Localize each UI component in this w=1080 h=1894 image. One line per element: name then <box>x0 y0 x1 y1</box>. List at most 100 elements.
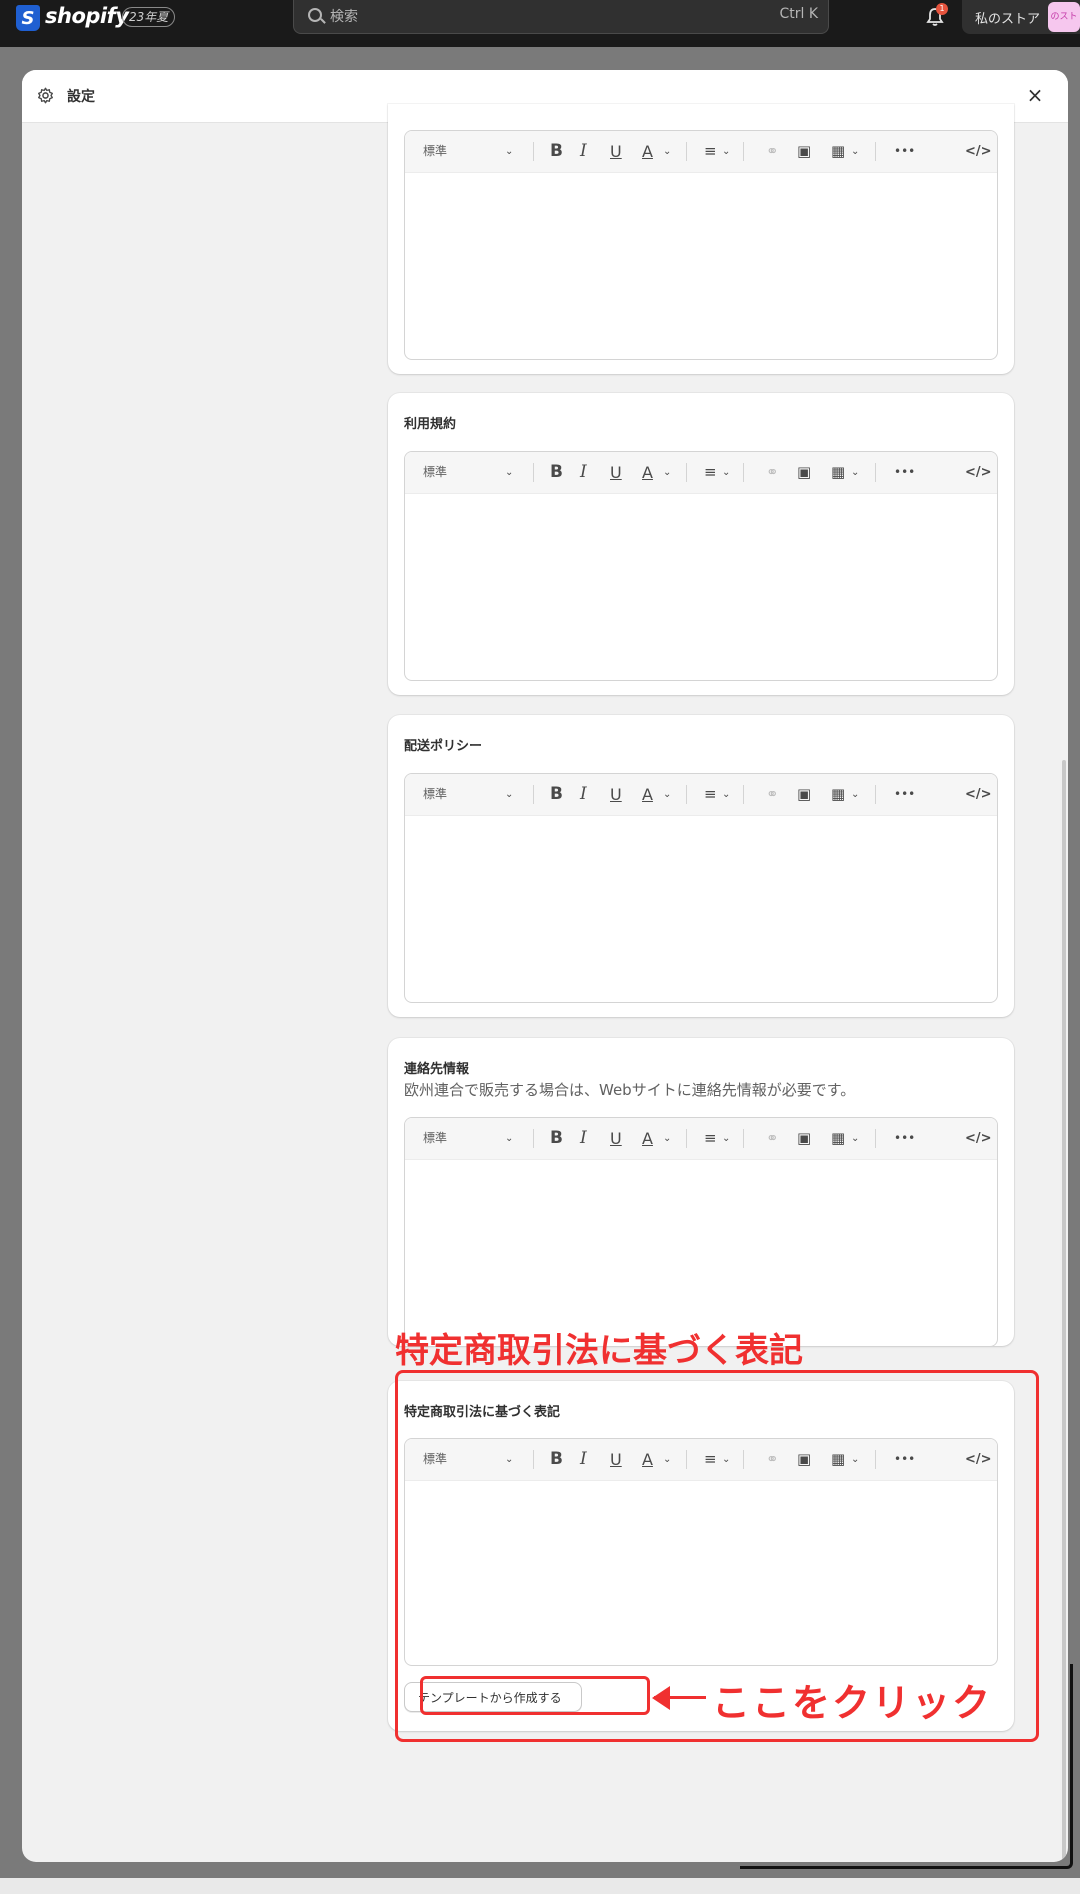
rich-text-editor[interactable]: 標準 ⌄ B I U A ⌄ ≡ ⌄ ⚭ ▣ ▦ ⌄ ••• </> <box>404 1117 998 1347</box>
store-menu-button[interactable]: 私のストア のスト <box>962 0 1080 34</box>
annotation-button-highlight <box>420 1676 650 1715</box>
top-bar: S shopify 23年夏 検索 Ctrl K 1 私のストア のスト <box>0 0 1080 47</box>
store-avatar: のスト <box>1048 2 1080 32</box>
toolbar-divider <box>875 785 876 804</box>
image-icon[interactable]: ▣ <box>797 452 811 493</box>
code-icon[interactable]: </> <box>965 1118 992 1159</box>
style-select[interactable]: 標準 <box>423 774 447 815</box>
image-icon[interactable]: ▣ <box>797 774 811 815</box>
toolbar-divider <box>875 463 876 482</box>
policy-card-terms: 利用規約 標準 ⌄ B I U A ⌄ ≡ ⌄ ⚭ ▣ ▦ ⌄ ••• </> <box>388 393 1014 695</box>
italic-icon[interactable]: I <box>580 774 587 815</box>
toolbar-divider <box>743 1129 744 1148</box>
chevron-down-icon[interactable]: ⌄ <box>722 452 730 493</box>
italic-icon[interactable]: I <box>580 452 587 493</box>
underline-icon[interactable]: U <box>610 452 622 493</box>
toolbar-divider <box>743 142 744 161</box>
rich-text-editor[interactable]: 標準 ⌄ B I U A ⌄ ≡ ⌄ ⚭ ▣ ▦ ⌄ ••• </> <box>404 130 998 360</box>
chevron-down-icon[interactable]: ⌄ <box>851 1118 859 1159</box>
link-icon[interactable]: ⚭ <box>766 452 779 493</box>
toolbar-divider <box>875 142 876 161</box>
underline-icon[interactable]: U <box>610 131 622 172</box>
table-icon[interactable]: ▦ <box>831 131 845 172</box>
align-icon[interactable]: ≡ <box>704 452 717 493</box>
style-select[interactable]: 標準 <box>423 1118 447 1159</box>
chevron-down-icon[interactable]: ⌄ <box>505 452 513 493</box>
more-icon[interactable]: ••• <box>894 131 915 172</box>
code-icon[interactable]: </> <box>965 774 992 815</box>
align-icon[interactable]: ≡ <box>704 1118 717 1159</box>
align-icon[interactable]: ≡ <box>704 774 717 815</box>
chevron-down-icon[interactable]: ⌄ <box>663 131 671 172</box>
code-icon[interactable]: </> <box>965 452 992 493</box>
style-select[interactable]: 標準 <box>423 131 447 172</box>
text-color-icon[interactable]: A <box>642 131 653 172</box>
image-icon[interactable]: ▣ <box>797 1118 811 1159</box>
chevron-down-icon[interactable]: ⌄ <box>851 131 859 172</box>
code-icon[interactable]: </> <box>965 131 992 172</box>
underline-icon[interactable]: U <box>610 1118 622 1159</box>
policy-card-refund: 標準 ⌄ B I U A ⌄ ≡ ⌄ ⚭ ▣ ▦ ⌄ ••• </> <box>388 104 1014 374</box>
chevron-down-icon[interactable]: ⌄ <box>722 1118 730 1159</box>
search-icon <box>308 8 322 22</box>
rich-text-editor[interactable]: 標準 ⌄ B I U A ⌄ ≡ ⌄ ⚭ ▣ ▦ ⌄ ••• </> <box>404 773 998 1003</box>
bold-icon[interactable]: B <box>550 452 563 493</box>
link-icon[interactable]: ⚭ <box>766 131 779 172</box>
chevron-down-icon[interactable]: ⌄ <box>851 774 859 815</box>
toolbar-divider <box>875 1129 876 1148</box>
edition-badge[interactable]: 23年夏 <box>122 7 176 27</box>
policy-card-shipping: 配送ポリシー 標準 ⌄ B I U A ⌄ ≡ ⌄ ⚭ ▣ ▦ ⌄ ••• </… <box>388 715 1014 1017</box>
text-color-icon[interactable]: A <box>642 452 653 493</box>
chevron-down-icon[interactable]: ⌄ <box>505 774 513 815</box>
align-icon[interactable]: ≡ <box>704 131 717 172</box>
toolbar-divider <box>533 142 534 161</box>
text-color-icon[interactable]: A <box>642 1118 653 1159</box>
shopify-wordmark[interactable]: shopify <box>45 4 129 28</box>
chevron-down-icon[interactable]: ⌄ <box>663 452 671 493</box>
annotation-section-label: 特定商取引法に基づく表記 <box>395 1331 803 1371</box>
bottom-strip <box>0 1878 1080 1894</box>
table-icon[interactable]: ▦ <box>831 774 845 815</box>
chevron-down-icon[interactable]: ⌄ <box>505 131 513 172</box>
underline-icon[interactable]: U <box>610 774 622 815</box>
toolbar-divider <box>686 463 687 482</box>
bold-icon[interactable]: B <box>550 131 563 172</box>
rich-text-editor[interactable]: 標準 ⌄ B I U A ⌄ ≡ ⌄ ⚭ ▣ ▦ ⌄ ••• </> <box>404 451 998 681</box>
chevron-down-icon[interactable]: ⌄ <box>851 452 859 493</box>
style-select[interactable]: 標準 <box>423 452 447 493</box>
table-icon[interactable]: ▦ <box>831 452 845 493</box>
editor-toolbar: 標準 ⌄ B I U A ⌄ ≡ ⌄ ⚭ ▣ ▦ ⌄ ••• </> <box>405 1118 997 1160</box>
more-icon[interactable]: ••• <box>894 774 915 815</box>
toolbar-divider <box>743 463 744 482</box>
card-description: 欧州連合で販売する場合は、Webサイトに連絡先情報が必要です。 <box>404 1081 856 1099</box>
close-icon[interactable]: × <box>1024 84 1046 106</box>
card-title: 連絡先情報 <box>404 1062 470 1077</box>
link-icon[interactable]: ⚭ <box>766 1118 779 1159</box>
toolbar-divider <box>686 142 687 161</box>
search-shortcut: Ctrl K <box>779 6 818 22</box>
text-color-icon[interactable]: A <box>642 774 653 815</box>
bold-icon[interactable]: B <box>550 1118 563 1159</box>
chevron-down-icon[interactable]: ⌄ <box>505 1118 513 1159</box>
italic-icon[interactable]: I <box>580 1118 587 1159</box>
bold-icon[interactable]: B <box>550 774 563 815</box>
policy-card-contact: 連絡先情報 欧州連合で販売する場合は、Webサイトに連絡先情報が必要です。 標準… <box>388 1038 1014 1347</box>
link-icon[interactable]: ⚭ <box>766 774 779 815</box>
more-icon[interactable]: ••• <box>894 1118 915 1159</box>
italic-icon[interactable]: I <box>580 131 587 172</box>
chevron-down-icon[interactable]: ⌄ <box>722 131 730 172</box>
card-title: 配送ポリシー <box>404 739 483 754</box>
toolbar-divider <box>686 1129 687 1148</box>
chevron-down-icon[interactable]: ⌄ <box>722 774 730 815</box>
modal-title: 設定 <box>67 89 95 105</box>
chevron-down-icon[interactable]: ⌄ <box>663 774 671 815</box>
toolbar-divider <box>533 1129 534 1148</box>
toolbar-divider <box>533 785 534 804</box>
editor-toolbar: 標準 ⌄ B I U A ⌄ ≡ ⌄ ⚭ ▣ ▦ ⌄ ••• </> <box>405 131 997 173</box>
chevron-down-icon[interactable]: ⌄ <box>663 1118 671 1159</box>
search-bar[interactable]: 検索 Ctrl K <box>293 0 829 34</box>
image-icon[interactable]: ▣ <box>797 131 811 172</box>
table-icon[interactable]: ▦ <box>831 1118 845 1159</box>
more-icon[interactable]: ••• <box>894 452 915 493</box>
shopify-logo-icon[interactable]: S <box>16 5 40 31</box>
